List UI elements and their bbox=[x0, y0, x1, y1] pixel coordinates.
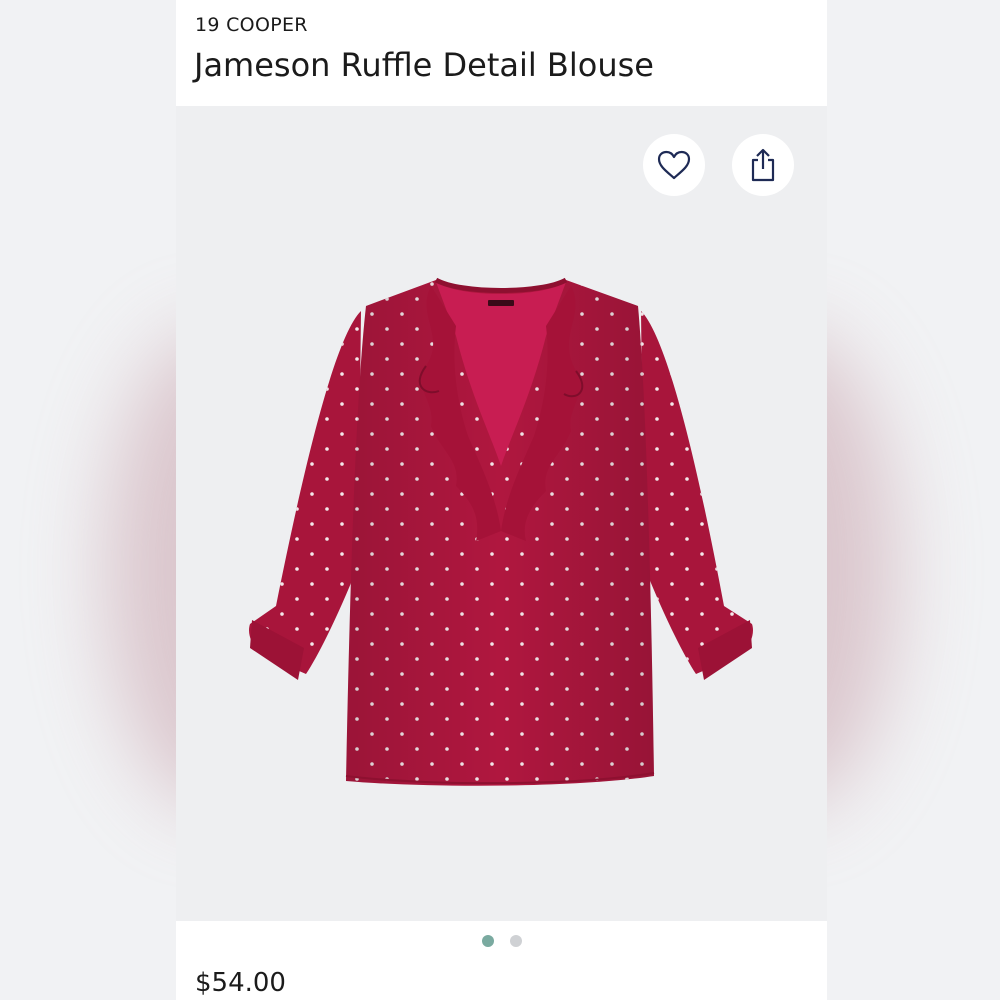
product-price: $54.00 bbox=[195, 968, 286, 998]
share-icon bbox=[751, 148, 775, 182]
carousel-dot-1[interactable] bbox=[481, 935, 494, 947]
right-blurred-backdrop bbox=[827, 0, 1000, 1000]
carousel-dot-2[interactable] bbox=[509, 935, 522, 947]
left-blurred-backdrop bbox=[0, 0, 176, 1000]
favorite-button[interactable] bbox=[643, 134, 705, 196]
product-title: Jameson Ruffle Detail Blouse bbox=[194, 46, 654, 84]
share-button[interactable] bbox=[732, 134, 794, 196]
blouse-image bbox=[249, 277, 753, 786]
product-image-area[interactable] bbox=[176, 106, 827, 921]
heart-icon bbox=[657, 150, 691, 180]
product-card: 19 COOPER Jameson Ruffle Detail Blouse $… bbox=[176, 0, 827, 1000]
carousel-dots bbox=[176, 921, 827, 961]
product-page: 19 COOPER Jameson Ruffle Detail Blouse $… bbox=[0, 0, 1000, 1000]
brand-name: 19 COOPER bbox=[195, 14, 308, 36]
product-header: 19 COOPER Jameson Ruffle Detail Blouse bbox=[176, 0, 827, 106]
